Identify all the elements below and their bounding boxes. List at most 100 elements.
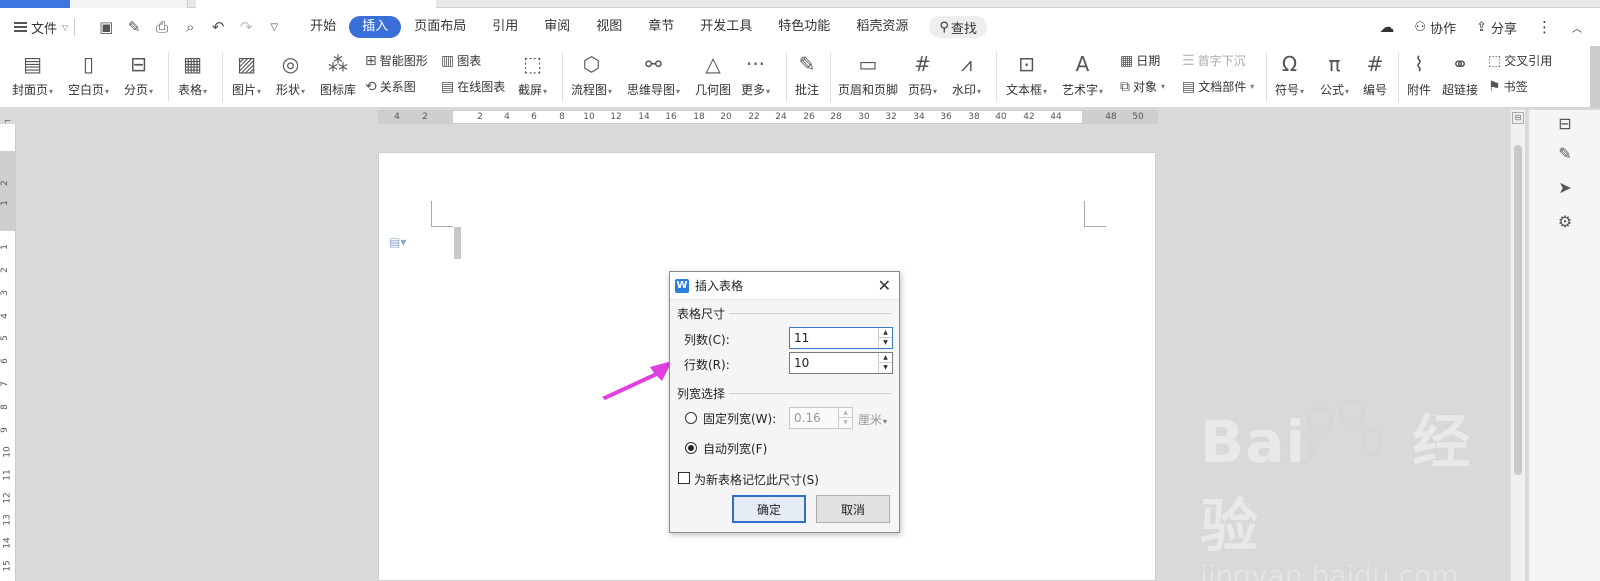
shape-button[interactable]: ◎ 形状▾ [276, 50, 305, 98]
share-button[interactable]: ⇪ 分享 [1476, 18, 1517, 37]
attachment-button[interactable]: ⌇ 附件 [1407, 50, 1431, 98]
table-button[interactable]: ▦ 表格▾ [178, 50, 207, 98]
screenshot-button[interactable]: ⬚ 截屏▾ [518, 50, 547, 98]
tab-page-layout[interactable]: 页面布局 [401, 16, 479, 38]
split-view-icon[interactable]: ⊟ [1512, 112, 1524, 124]
file-menu[interactable]: 文件 ▽ [14, 18, 68, 37]
cover-page-button[interactable]: ▤ 封面页▾ [12, 50, 53, 98]
tab-home[interactable] [0, 0, 70, 8]
print-preview-icon[interactable]: ⌕ [181, 18, 199, 36]
baidu-jingyan-watermark: Baidu 经验 jingyan.baidu.com [1200, 395, 1520, 581]
paragraph-handle-icon[interactable]: ▤▾ [389, 235, 406, 249]
spin-down-icon[interactable]: ▼ [879, 363, 892, 373]
vertical-ruler[interactable]: 2 1 1 2 3 4 5 6 7 8 9 10 11 12 13 14 15 [0, 124, 16, 581]
auto-width-radio[interactable] [685, 442, 697, 454]
settings-sliders-icon[interactable]: ⚙ [1529, 212, 1600, 231]
document-tab-strip [0, 0, 1600, 8]
save-icon[interactable]: ▣ [97, 18, 115, 36]
tab-docer[interactable]: 稻壳资源 [843, 16, 921, 38]
blank-page-button[interactable]: ▯ 空白页▾ [68, 50, 109, 98]
customize-chevron-icon[interactable]: ▽ [265, 22, 283, 33]
ruler-number: 24 [775, 112, 787, 122]
date-button[interactable]: ▦ 日期 [1120, 52, 1160, 69]
icon-library-button[interactable]: ⁂ 图标库 [320, 50, 356, 98]
ruler-number: 50 [1132, 112, 1144, 122]
smartart-button[interactable]: ⊞ 智能图形 [365, 52, 428, 69]
close-icon[interactable]: ✕ [878, 276, 891, 295]
header-footer-button[interactable]: ▭ 页眉和页脚 [838, 50, 898, 98]
tab-start[interactable]: 开始 [297, 16, 349, 38]
online-chart-button[interactable]: ▤ 在线图表 [441, 78, 505, 95]
redo-icon[interactable]: ↷ [237, 18, 255, 36]
page-break-button[interactable]: ⊟ 分页▾ [124, 50, 153, 98]
collapse-ribbon-icon[interactable]: ︿ [1572, 20, 1582, 35]
right-menu: ☁ ⚇ 协作 ⇪ 分享 ⋮ ︿ [1379, 8, 1582, 46]
cancel-button[interactable]: 取消 [816, 495, 890, 523]
columns-value[interactable]: 11 [794, 331, 809, 345]
formula-button[interactable]: π 公式▾ [1320, 50, 1349, 98]
watermark-button[interactable]: ⩘ 水印▾ [952, 50, 981, 98]
rows-value[interactable]: 10 [794, 356, 809, 370]
spin-up-icon[interactable]: ▲ [879, 353, 892, 363]
horizontal-ruler[interactable]: 4 2 2 4 6 8 10 12 14 16 18 20 22 24 26 2… [378, 110, 1158, 124]
textbox-button[interactable]: ⊡ 文本框▾ [1006, 50, 1047, 98]
spin-down-icon[interactable]: ▼ [879, 338, 892, 348]
screenshot-label: 截屏 [518, 83, 543, 97]
tab-document-2[interactable] [196, 0, 436, 8]
more-icon[interactable]: ⋮ [1537, 18, 1552, 36]
rows-stepper[interactable]: 10 ▲ ▼ [789, 352, 893, 374]
remember-size-checkbox[interactable] [678, 472, 690, 484]
picture-button[interactable]: ▨ 图片▾ [232, 50, 261, 98]
ribbon-insert: ▤ 封面页▾ ▯ 空白页▾ ⊟ 分页▾ ▦ 表格▾ ▨ 图片▾ ◎ 形状▾ ⁂ 图标库 ⊞ 智能… [0, 46, 1600, 108]
numbering-button[interactable]: # 编号 [1363, 50, 1387, 98]
ruler-number: 42 [1023, 112, 1035, 122]
ruler-number: 8 [559, 112, 565, 122]
mindmap-button[interactable]: ⚯ 思维导图▾ [627, 50, 680, 98]
tab-document-1[interactable] [70, 0, 188, 8]
fixed-width-radio[interactable] [685, 412, 697, 424]
tab-insert[interactable]: 插入 [349, 16, 402, 38]
tab-view[interactable]: 视图 [583, 16, 635, 38]
edit-pen-icon[interactable]: ✎ [1529, 144, 1600, 163]
columns-stepper[interactable]: 11 ▲ ▼ [789, 327, 893, 349]
format-painter-icon[interactable]: ✎ [125, 18, 143, 36]
more-button[interactable]: ··· 更多▾ [741, 50, 770, 98]
chart-button[interactable]: ▥ 图表 [441, 52, 481, 69]
panel-collapse-icon[interactable]: ⊟ [1529, 114, 1600, 133]
flowchart-button[interactable]: ⬡ 流程图▾ [571, 50, 612, 98]
comment-button[interactable]: ✎ 批注 [795, 50, 819, 98]
tab-developer[interactable]: 开发工具 [687, 16, 765, 38]
symbol-button[interactable]: Ω 符号▾ [1275, 50, 1304, 98]
crossref-button[interactable]: ⬚ 交叉引用 [1488, 52, 1552, 69]
tab-chapter[interactable]: 章节 [635, 16, 687, 38]
search-box[interactable]: ⚲ 查找 [929, 16, 987, 38]
tab-features[interactable]: 特色功能 [765, 16, 843, 38]
page-number-button[interactable]: # 页码▾ [908, 50, 937, 98]
wordart-button[interactable]: A 艺术字▾ [1062, 50, 1103, 98]
docparts-button[interactable]: ▤ 文档部件 ▾ [1182, 78, 1254, 95]
collaborate-button[interactable]: ⚇ 协作 [1414, 18, 1456, 37]
object-button[interactable]: ⧉ 对象 ▾ [1120, 78, 1165, 95]
print-icon[interactable]: ⎙ [153, 18, 171, 36]
header-footer-icon: ▭ [858, 52, 878, 76]
dropcap-button[interactable]: ☰ 首字下沉 [1182, 52, 1246, 69]
ok-button[interactable]: 确定 [732, 495, 806, 523]
ruler-number: 4 [394, 112, 400, 122]
ribbon-scrollbar[interactable] [1590, 46, 1600, 108]
ruler-number: 28 [830, 112, 842, 122]
select-cursor-icon[interactable]: ➤ [1529, 178, 1600, 197]
chevron-down-icon: ▽ [62, 22, 69, 32]
cloud-sync-icon[interactable]: ☁ [1379, 18, 1394, 36]
page-number-icon: # [914, 52, 931, 76]
tab-review[interactable]: 审阅 [531, 16, 583, 38]
hyperlink-button[interactable]: ⚭ 超链接 [1442, 50, 1478, 98]
geometry-button[interactable]: △ 几何图 [695, 50, 731, 98]
column-width-section: 列宽选择 [677, 385, 891, 402]
spin-up-icon[interactable]: ▲ [879, 328, 892, 338]
bookmark-button[interactable]: ⚑ 书签 [1488, 78, 1528, 95]
relation-chart-button[interactable]: ⟲ 关系图 [365, 78, 416, 95]
undo-icon[interactable]: ↶ [209, 18, 227, 36]
ruler-number: 34 [913, 112, 925, 122]
insert-table-dialog: W 插入表格 ✕ 表格尺寸 列数(C): 11 ▲ ▼ 行数(R): 10 ▲ … [669, 271, 900, 533]
tab-references[interactable]: 引用 [479, 16, 531, 38]
